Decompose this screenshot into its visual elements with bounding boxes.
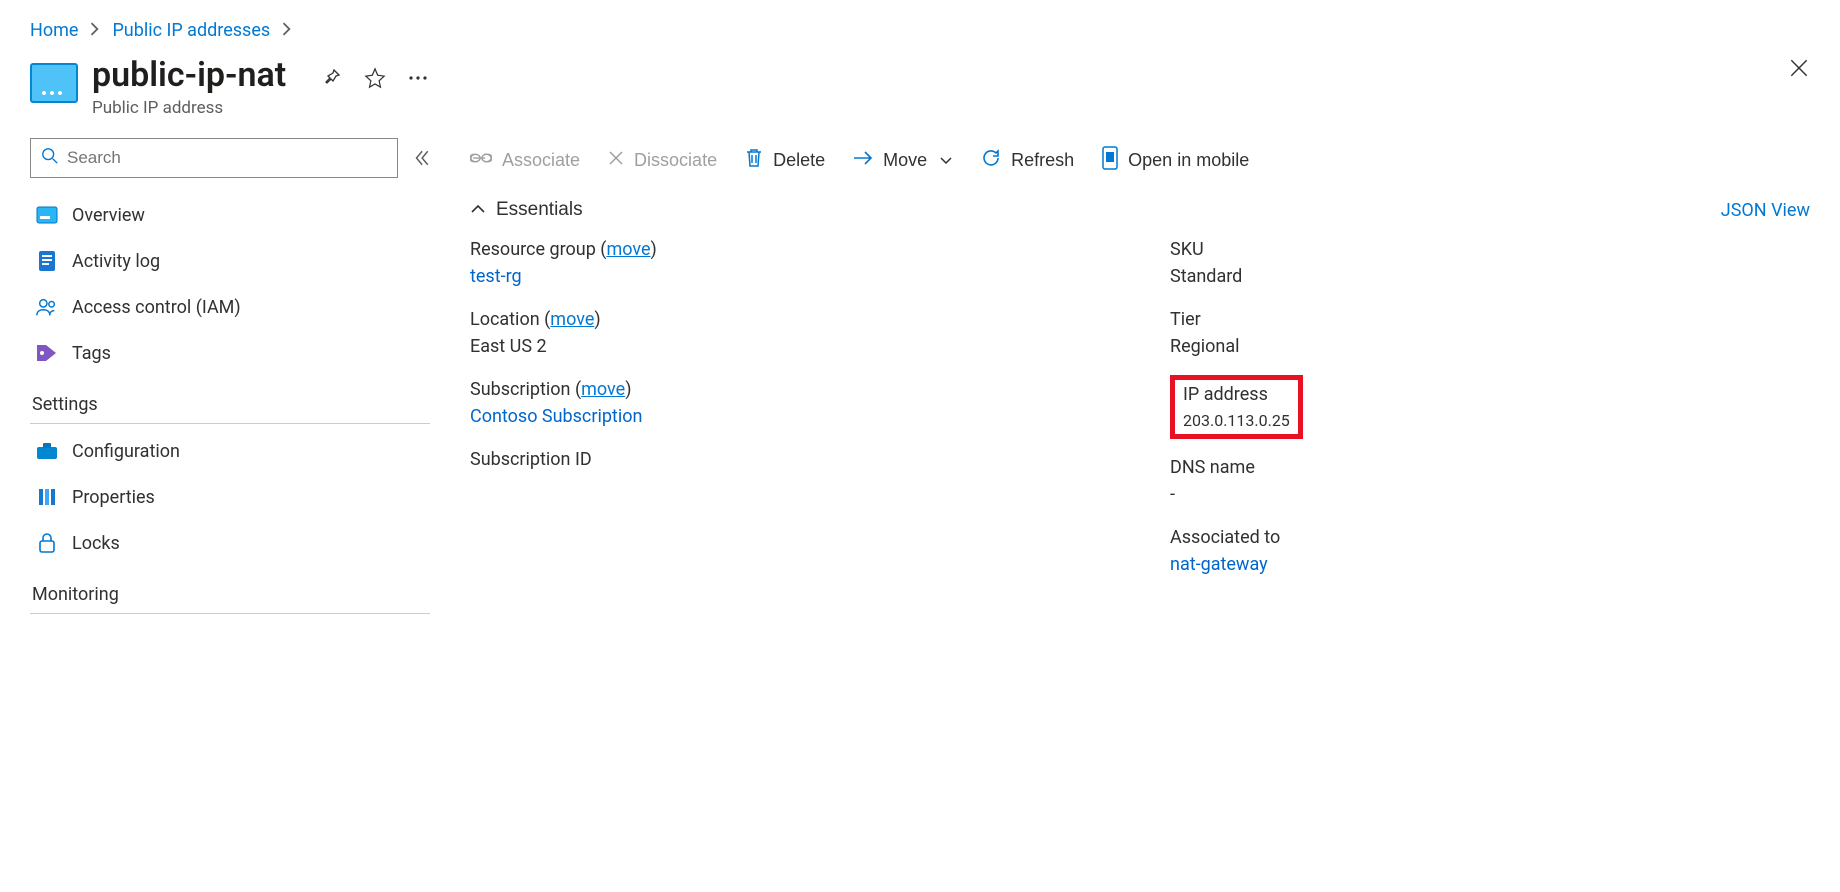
sidebar-item-configuration[interactable]: Configuration bbox=[30, 428, 430, 474]
page-title: public-ip-nat bbox=[92, 57, 286, 94]
field-dns-name: DNS name - bbox=[1170, 457, 1810, 505]
arrow-right-icon bbox=[853, 150, 873, 171]
sidebar-item-label: Tags bbox=[72, 343, 111, 364]
essentials-grid: Resource group (move) test-rg Location (… bbox=[470, 239, 1810, 575]
dissociate-button: Dissociate bbox=[608, 150, 717, 171]
public-ip-icon bbox=[30, 63, 78, 103]
x-icon bbox=[608, 150, 624, 171]
activity-log-icon bbox=[36, 250, 58, 272]
search-input[interactable] bbox=[67, 148, 387, 168]
sidebar-section-monitoring: Monitoring bbox=[30, 566, 430, 614]
associate-button: Associate bbox=[470, 150, 580, 171]
sidebar-item-label: Locks bbox=[72, 533, 120, 554]
sidebar-item-overview[interactable]: Overview bbox=[30, 192, 430, 238]
search-icon bbox=[41, 147, 59, 169]
sidebar-item-label: Configuration bbox=[72, 441, 180, 462]
field-resource-group: Resource group (move) test-rg bbox=[470, 239, 1110, 287]
sidebar: Overview Activity log Access control (IA… bbox=[30, 138, 430, 618]
essentials-toggle[interactable]: Essentials bbox=[470, 199, 583, 221]
chevron-right-icon bbox=[90, 20, 100, 41]
associated-to-link[interactable]: nat-gateway bbox=[1170, 554, 1268, 575]
ip-address-highlight: IP address 203.0.113.0.25 bbox=[1170, 375, 1303, 439]
field-ip-address: IP address 203.0.113.0.25 bbox=[1183, 384, 1290, 430]
field-location: Location (move) East US 2 bbox=[470, 309, 1110, 357]
sidebar-item-activity-log[interactable]: Activity log bbox=[30, 238, 430, 284]
mobile-icon bbox=[1102, 146, 1118, 175]
close-button[interactable] bbox=[1788, 57, 1810, 79]
sidebar-item-tags[interactable]: Tags bbox=[30, 330, 430, 376]
toolbar: Associate Dissociate Delete Move bbox=[470, 138, 1810, 199]
field-sku: SKU Standard bbox=[1170, 239, 1810, 287]
lock-icon bbox=[36, 532, 58, 554]
page-subtitle: Public IP address bbox=[92, 98, 286, 118]
chevron-right-icon bbox=[282, 20, 292, 41]
main-content: Associate Dissociate Delete Move bbox=[470, 138, 1810, 618]
sidebar-item-label: Overview bbox=[72, 205, 145, 226]
page-header: public-ip-nat Public IP address bbox=[30, 57, 1810, 118]
favorite-button[interactable] bbox=[364, 67, 386, 89]
chevron-up-icon bbox=[470, 199, 486, 221]
breadcrumb: Home Public IP addresses bbox=[30, 20, 1810, 41]
move-resource-group-link[interactable]: move bbox=[606, 239, 650, 260]
sidebar-item-access-control[interactable]: Access control (IAM) bbox=[30, 284, 430, 330]
more-button[interactable] bbox=[408, 75, 428, 81]
field-subscription-id: Subscription ID bbox=[470, 449, 1110, 470]
subscription-link[interactable]: Contoso Subscription bbox=[470, 406, 642, 427]
search-box[interactable] bbox=[30, 138, 398, 178]
sidebar-item-label: Access control (IAM) bbox=[72, 297, 241, 318]
json-view-link[interactable]: JSON View bbox=[1721, 200, 1810, 221]
tag-icon bbox=[36, 342, 58, 364]
link-icon bbox=[470, 150, 492, 171]
resource-group-link[interactable]: test-rg bbox=[470, 266, 522, 287]
breadcrumb-home[interactable]: Home bbox=[30, 20, 78, 41]
overview-icon bbox=[36, 204, 58, 226]
people-icon bbox=[36, 296, 58, 318]
open-in-mobile-button[interactable]: Open in mobile bbox=[1102, 146, 1249, 175]
trash-icon bbox=[745, 148, 763, 173]
sidebar-item-properties[interactable]: Properties bbox=[30, 474, 430, 520]
field-tier: Tier Regional bbox=[1170, 309, 1810, 357]
delete-button[interactable]: Delete bbox=[745, 148, 825, 173]
chevron-down-icon bbox=[939, 150, 953, 171]
sidebar-item-locks[interactable]: Locks bbox=[30, 520, 430, 566]
move-subscription-link[interactable]: move bbox=[581, 379, 625, 400]
move-location-link[interactable]: move bbox=[550, 309, 594, 330]
toolbox-icon bbox=[36, 440, 58, 462]
breadcrumb-public-ip-addresses[interactable]: Public IP addresses bbox=[112, 20, 270, 41]
field-subscription: Subscription (move) Contoso Subscription bbox=[470, 379, 1110, 427]
properties-icon bbox=[36, 486, 58, 508]
refresh-icon bbox=[981, 148, 1001, 173]
sidebar-section-settings: Settings bbox=[30, 376, 430, 424]
move-button[interactable]: Move bbox=[853, 150, 953, 171]
sidebar-item-label: Properties bbox=[72, 487, 155, 508]
collapse-sidebar-button[interactable] bbox=[412, 149, 430, 167]
refresh-button[interactable]: Refresh bbox=[981, 148, 1074, 173]
sidebar-item-label: Activity log bbox=[72, 251, 160, 272]
pin-button[interactable] bbox=[322, 68, 342, 88]
field-associated-to: Associated to nat-gateway bbox=[1170, 527, 1810, 575]
